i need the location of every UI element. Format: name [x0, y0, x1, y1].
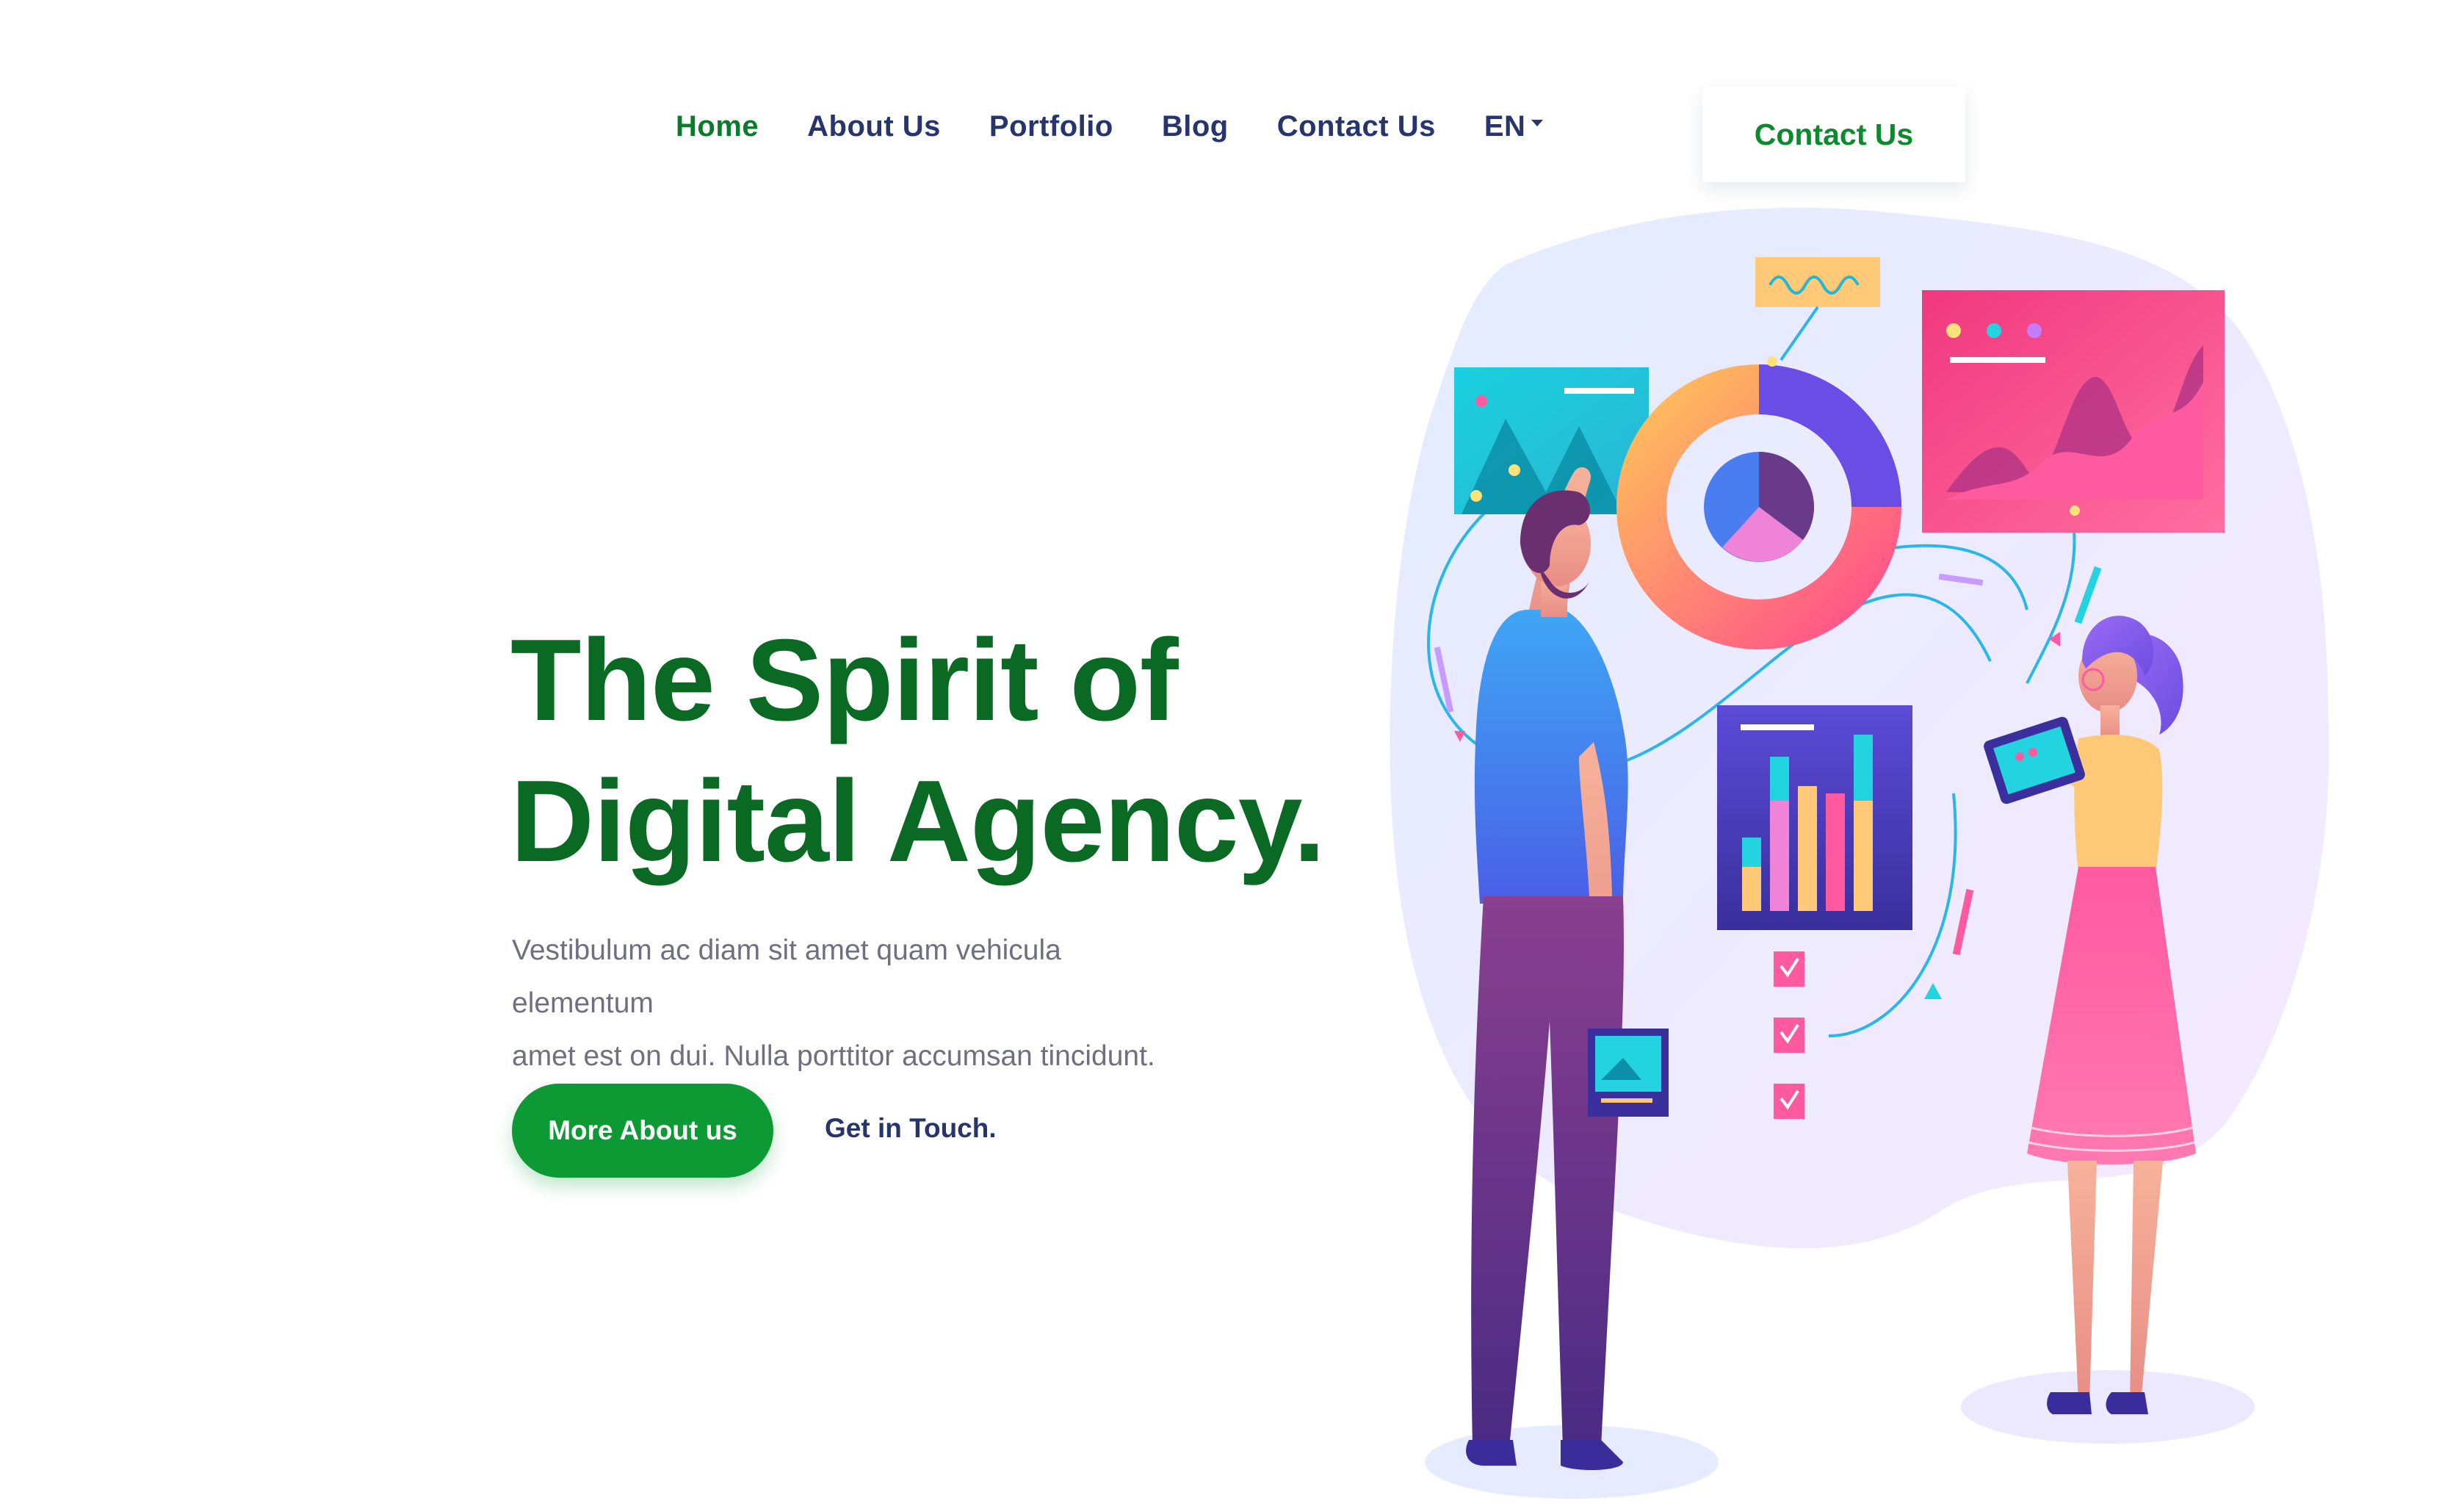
bar [1854, 735, 1873, 801]
more-about-us-button[interactable]: More About us [512, 1084, 773, 1178]
get-in-touch-link[interactable]: Get in Touch. [825, 1113, 997, 1144]
panel-dot [1470, 490, 1482, 502]
checkbox-icon [1774, 951, 1804, 987]
hero-title-line-1: The Spirit of [510, 616, 1179, 745]
hero-title: The Spirit of Digital Agency. [510, 610, 1326, 892]
panel-dot [1509, 464, 1520, 476]
nav-item-blog[interactable]: Blog [1162, 110, 1229, 143]
checkbox-icon [1774, 1084, 1804, 1119]
caret-down-icon [1531, 120, 1544, 126]
contact-us-button[interactable]: Contact Us [1702, 87, 1965, 182]
panel-dot [2027, 323, 2042, 338]
wave-tag [1755, 257, 1880, 307]
panel-dot [1475, 395, 1487, 407]
panel-dot [1946, 323, 1961, 338]
bar [1798, 786, 1817, 911]
bar [1826, 793, 1845, 911]
main-nav: Home About Us Portfolio Blog Contact Us … [676, 110, 1592, 143]
checkbox-icon [1774, 1018, 1804, 1053]
landing-page: Home About Us Portfolio Blog Contact Us … [0, 0, 2464, 1509]
language-selector[interactable]: EN [1484, 110, 1544, 143]
bar [1770, 757, 1789, 801]
language-label: EN [1484, 110, 1526, 143]
nav-item-portfolio[interactable]: Portfolio [989, 110, 1113, 143]
panel-dot [1987, 323, 2001, 338]
hero-description-line-1: Vestibulum ac diam sit amet quam vehicul… [512, 934, 1061, 1019]
nav-item-about-us[interactable]: About Us [807, 110, 941, 143]
connector-dot [2070, 505, 2080, 516]
bar [1742, 838, 1761, 867]
nav-item-contact-us[interactable]: Contact Us [1277, 110, 1436, 143]
connector-dot [1767, 356, 1777, 367]
hero-description-line-2: amet est on dui. Nulla porttitor accumsa… [512, 1040, 1155, 1072]
hero-description: Vestibulum ac diam sit amet quam vehicul… [512, 924, 1173, 1083]
hero-illustration [1390, 207, 2330, 1499]
hero-title-line-2: Digital Agency. [510, 757, 1326, 886]
nav-item-home[interactable]: Home [676, 110, 759, 143]
